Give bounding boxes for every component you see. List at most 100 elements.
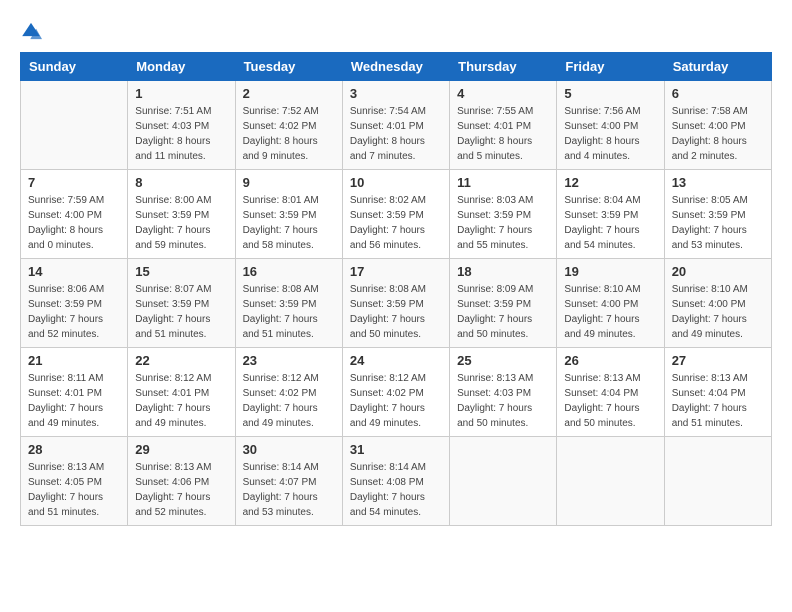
calendar-day-cell: 15Sunrise: 8:07 AMSunset: 3:59 PMDayligh… <box>128 259 235 348</box>
calendar-week-row: 21Sunrise: 8:11 AMSunset: 4:01 PMDayligh… <box>21 348 772 437</box>
calendar-day-cell: 19 Sunrise: 8:10 AMSunset: 4:00 PMDayligh… <box>557 259 664 348</box>
day-info: Sunrise: 8:06 AMSunset: 3:59 PMDaylight:… <box>28 282 120 342</box>
day-info: Sunrise: 8:10 AMSunset: 4:00 PMDaylight:… <box>564 282 656 342</box>
day-number: 20 <box>672 264 764 279</box>
day-number: 2 <box>243 86 335 101</box>
calendar-day-cell: 24 Sunrise: 8:12 AMSunset: 4:02 PMDayligh… <box>342 348 449 437</box>
day-info: Sunrise: 7:59 AMSunset: 4:00 PMDaylight:… <box>28 193 120 253</box>
calendar-day-cell: 14 Sunrise: 8:06 AMSunset: 3:59 PMDayligh… <box>21 259 128 348</box>
logo-icon <box>20 20 42 42</box>
calendar-day-cell: 17 Sunrise: 8:08 AMSunset: 3:59 PMDayligh… <box>342 259 449 348</box>
day-number: 7 <box>28 175 120 190</box>
day-number: 14 <box>28 264 120 279</box>
calendar-week-row: 14 Sunrise: 8:06 AMSunset: 3:59 PMDayligh… <box>21 259 772 348</box>
day-info: Sunrise: 8:13 AMSunset: 4:04 PMDaylight:… <box>564 371 656 431</box>
calendar-day-cell: 5 Sunrise: 7:56 AMSunset: 4:00 PMDaylight… <box>557 81 664 170</box>
day-info: Sunrise: 7:55 AMSunset: 4:01 PMDaylight:… <box>457 104 549 164</box>
calendar-day-cell: 8 Sunrise: 8:00 AMSunset: 3:59 PMDaylight… <box>128 170 235 259</box>
calendar: SundayMondayTuesdayWednesdayThursdayFrid… <box>20 52 772 526</box>
day-number: 24 <box>350 353 442 368</box>
day-info: Sunrise: 8:12 AMSunset: 4:02 PMDaylight:… <box>350 371 442 431</box>
calendar-week-row: 28 Sunrise: 8:13 AMSunset: 4:05 PMDayligh… <box>21 437 772 526</box>
calendar-day-cell: 28 Sunrise: 8:13 AMSunset: 4:05 PMDayligh… <box>21 437 128 526</box>
weekday-header-cell: Tuesday <box>235 53 342 81</box>
day-number: 27 <box>672 353 764 368</box>
calendar-day-cell: 11Sunrise: 8:03 AMSunset: 3:59 PMDayligh… <box>450 170 557 259</box>
day-info: Sunrise: 8:13 AMSunset: 4:06 PMDaylight:… <box>135 460 227 520</box>
day-info: Sunrise: 8:00 AMSunset: 3:59 PMDaylight:… <box>135 193 227 253</box>
header <box>20 20 772 42</box>
calendar-day-cell: 9Sunrise: 8:01 AMSunset: 3:59 PMDaylight… <box>235 170 342 259</box>
day-number: 28 <box>28 442 120 457</box>
day-number: 21 <box>28 353 120 368</box>
day-number: 25 <box>457 353 549 368</box>
day-number: 13 <box>672 175 764 190</box>
day-number: 10 <box>350 175 442 190</box>
day-info: Sunrise: 7:52 AMSunset: 4:02 PMDaylight:… <box>243 104 335 164</box>
calendar-day-cell: 26 Sunrise: 8:13 AMSunset: 4:04 PMDayligh… <box>557 348 664 437</box>
calendar-header: SundayMondayTuesdayWednesdayThursdayFrid… <box>21 53 772 81</box>
day-number: 6 <box>672 86 764 101</box>
calendar-day-cell: 7 Sunrise: 7:59 AMSunset: 4:00 PMDaylight… <box>21 170 128 259</box>
day-info: Sunrise: 7:58 AMSunset: 4:00 PMDaylight:… <box>672 104 764 164</box>
calendar-day-cell: 20 Sunrise: 8:10 AMSunset: 4:00 PMDayligh… <box>664 259 771 348</box>
day-number: 15 <box>135 264 227 279</box>
calendar-day-cell: 29Sunrise: 8:13 AMSunset: 4:06 PMDayligh… <box>128 437 235 526</box>
day-info: Sunrise: 8:03 AMSunset: 3:59 PMDaylight:… <box>457 193 549 253</box>
day-info: Sunrise: 8:12 AMSunset: 4:02 PMDaylight:… <box>243 371 335 431</box>
day-info: Sunrise: 8:13 AMSunset: 4:05 PMDaylight:… <box>28 460 120 520</box>
logo <box>20 20 46 42</box>
day-number: 5 <box>564 86 656 101</box>
day-number: 19 <box>564 264 656 279</box>
day-info: Sunrise: 8:12 AMSunset: 4:01 PMDaylight:… <box>135 371 227 431</box>
day-number: 3 <box>350 86 442 101</box>
day-info: Sunrise: 8:09 AMSunset: 3:59 PMDaylight:… <box>457 282 549 342</box>
calendar-day-cell: 1Sunrise: 7:51 AMSunset: 4:03 PMDaylight… <box>128 81 235 170</box>
day-number: 8 <box>135 175 227 190</box>
day-number: 26 <box>564 353 656 368</box>
calendar-day-cell: 21Sunrise: 8:11 AMSunset: 4:01 PMDayligh… <box>21 348 128 437</box>
calendar-body: 1Sunrise: 7:51 AMSunset: 4:03 PMDaylight… <box>21 81 772 526</box>
day-number: 31 <box>350 442 442 457</box>
day-info: Sunrise: 8:14 AMSunset: 4:07 PMDaylight:… <box>243 460 335 520</box>
calendar-day-cell <box>450 437 557 526</box>
calendar-day-cell <box>664 437 771 526</box>
calendar-day-cell: 22 Sunrise: 8:12 AMSunset: 4:01 PMDayligh… <box>128 348 235 437</box>
weekday-header-cell: Friday <box>557 53 664 81</box>
calendar-day-cell: 12Sunrise: 8:04 AMSunset: 3:59 PMDayligh… <box>557 170 664 259</box>
calendar-day-cell: 30 Sunrise: 8:14 AMSunset: 4:07 PMDayligh… <box>235 437 342 526</box>
day-number: 16 <box>243 264 335 279</box>
weekday-header-cell: Wednesday <box>342 53 449 81</box>
day-info: Sunrise: 8:10 AMSunset: 4:00 PMDaylight:… <box>672 282 764 342</box>
weekday-header-cell: Sunday <box>21 53 128 81</box>
calendar-week-row: 1Sunrise: 7:51 AMSunset: 4:03 PMDaylight… <box>21 81 772 170</box>
calendar-week-row: 7 Sunrise: 7:59 AMSunset: 4:00 PMDaylight… <box>21 170 772 259</box>
weekday-header-cell: Thursday <box>450 53 557 81</box>
day-number: 30 <box>243 442 335 457</box>
day-number: 17 <box>350 264 442 279</box>
day-number: 1 <box>135 86 227 101</box>
calendar-day-cell: 13Sunrise: 8:05 AMSunset: 3:59 PMDayligh… <box>664 170 771 259</box>
day-info: Sunrise: 8:04 AMSunset: 3:59 PMDaylight:… <box>564 193 656 253</box>
calendar-day-cell: 23 Sunrise: 8:12 AMSunset: 4:02 PMDayligh… <box>235 348 342 437</box>
day-info: Sunrise: 7:54 AMSunset: 4:01 PMDaylight:… <box>350 104 442 164</box>
calendar-day-cell <box>21 81 128 170</box>
day-info: Sunrise: 8:13 AMSunset: 4:04 PMDaylight:… <box>672 371 764 431</box>
calendar-day-cell: 10Sunrise: 8:02 AMSunset: 3:59 PMDayligh… <box>342 170 449 259</box>
day-number: 22 <box>135 353 227 368</box>
calendar-day-cell: 27 Sunrise: 8:13 AMSunset: 4:04 PMDayligh… <box>664 348 771 437</box>
weekday-header-cell: Saturday <box>664 53 771 81</box>
day-info: Sunrise: 8:01 AMSunset: 3:59 PMDaylight:… <box>243 193 335 253</box>
calendar-day-cell: 25Sunrise: 8:13 AMSunset: 4:03 PMDayligh… <box>450 348 557 437</box>
calendar-day-cell: 16 Sunrise: 8:08 AMSunset: 3:59 PMDayligh… <box>235 259 342 348</box>
calendar-day-cell: 2 Sunrise: 7:52 AMSunset: 4:02 PMDaylight… <box>235 81 342 170</box>
day-info: Sunrise: 7:56 AMSunset: 4:00 PMDaylight:… <box>564 104 656 164</box>
day-info: Sunrise: 8:08 AMSunset: 3:59 PMDaylight:… <box>350 282 442 342</box>
day-number: 23 <box>243 353 335 368</box>
day-info: Sunrise: 8:08 AMSunset: 3:59 PMDaylight:… <box>243 282 335 342</box>
day-number: 18 <box>457 264 549 279</box>
calendar-day-cell: 18 Sunrise: 8:09 AMSunset: 3:59 PMDayligh… <box>450 259 557 348</box>
day-number: 4 <box>457 86 549 101</box>
day-info: Sunrise: 8:14 AMSunset: 4:08 PMDaylight:… <box>350 460 442 520</box>
calendar-day-cell: 3 Sunrise: 7:54 AMSunset: 4:01 PMDaylight… <box>342 81 449 170</box>
